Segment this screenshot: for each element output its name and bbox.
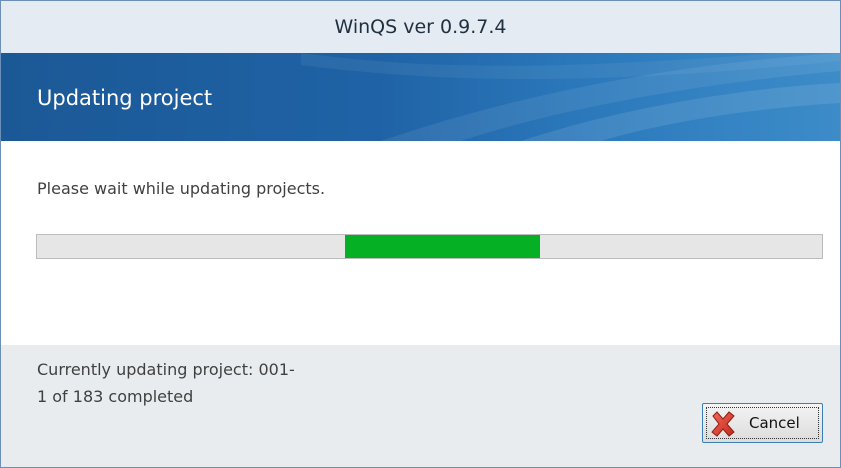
progress-bar <box>36 234 823 259</box>
wait-message: Please wait while updating projects. <box>37 179 326 198</box>
status-footer: Currently updating project: 001- 1 of 18… <box>1 345 840 467</box>
completed-count: 1 of 183 completed <box>37 387 194 406</box>
red-x-icon <box>711 411 735 437</box>
cancel-button-label: Cancel <box>749 414 800 432</box>
content-area: Please wait while updating projects. <box>1 141 840 345</box>
progress-marquee-chunk <box>345 235 540 258</box>
dialog-window: WinQS ver 0.9.7.4 Updating project Pleas… <box>0 0 841 468</box>
current-project-status: Currently updating project: 001- <box>37 360 295 379</box>
header-banner: Updating project <box>1 53 840 141</box>
banner-title: Updating project <box>37 86 213 110</box>
cancel-button[interactable]: Cancel <box>702 403 823 443</box>
title-bar: WinQS ver 0.9.7.4 <box>1 1 840 53</box>
window-title: WinQS ver 0.9.7.4 <box>334 16 507 38</box>
